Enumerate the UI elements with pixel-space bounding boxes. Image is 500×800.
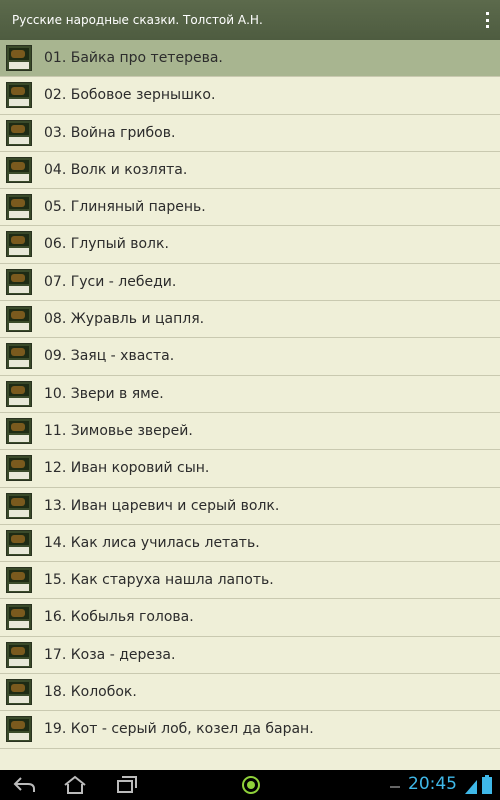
list-item[interactable]: 17. Коза - дереза. (0, 637, 500, 675)
list-item[interactable]: 09. Заяц - хваста. (0, 338, 500, 376)
book-cover-icon (6, 716, 32, 743)
list-item-label: 18. Колобок. (44, 684, 137, 701)
list-item-label: 16. Кобылья голова. (44, 609, 194, 626)
list-item-label: 19. Кот - серый лоб, козел да баран. (44, 721, 314, 738)
book-cover-icon (6, 492, 32, 519)
list-item-label: 09. Заяц - хваста. (44, 348, 175, 365)
list-item-label: 05. Глиняный парень. (44, 199, 206, 216)
list-item-label: 10. Звери в яме. (44, 385, 164, 402)
book-cover-icon (6, 231, 32, 258)
back-icon[interactable] (12, 775, 38, 795)
list-item[interactable]: 14. Как лиса училась летать. (0, 525, 500, 563)
overflow-menu-icon[interactable] (484, 12, 490, 28)
book-cover-icon (6, 194, 32, 221)
app-title: Русские народные сказки. Толстой А.Н. (12, 13, 263, 27)
list-item[interactable]: 12. Иван коровий сын. (0, 450, 500, 488)
battery-icon (482, 775, 492, 794)
list-item[interactable]: 08. Журавль и цапля. (0, 301, 500, 339)
list-item-label: 07. Гуси - лебеди. (44, 273, 177, 290)
book-cover-icon (6, 156, 32, 183)
book-cover-icon (6, 343, 32, 370)
usb-icon (390, 786, 400, 788)
book-cover-icon (6, 45, 32, 71)
book-cover-icon (6, 604, 32, 631)
list-item[interactable]: 15. Как старуха нашла лапоть. (0, 562, 500, 600)
list-item-label: 01. Байка про тетерева. (44, 50, 223, 66)
book-cover-icon (6, 119, 32, 146)
book-cover-icon (6, 380, 32, 407)
book-cover-icon (6, 455, 32, 482)
list-item-label: 11. Зимовье зверей. (44, 422, 193, 439)
list-item-label: 15. Как старуха нашла лапоть. (44, 572, 274, 589)
list-item[interactable]: 19. Кот - серый лоб, козел да баран. (0, 711, 500, 749)
list-item[interactable]: 05. Глиняный парень. (0, 189, 500, 227)
book-cover-icon (6, 641, 32, 668)
list-item[interactable]: 16. Кобылья голова. (0, 599, 500, 637)
list-item[interactable]: 04. Волк и козлята. (0, 152, 500, 190)
book-cover-icon (6, 679, 32, 706)
book-cover-icon (6, 306, 32, 333)
list-item-label: 14. Как лиса училась летать. (44, 534, 260, 551)
list-item-label: 17. Коза - дереза. (44, 646, 176, 663)
book-cover-icon (6, 529, 32, 556)
list-item-label: 03. Война грибов. (44, 124, 176, 141)
list-item-label: 06. Глупый волк. (44, 236, 169, 253)
list-item-label: 04. Волк и козлята. (44, 161, 188, 178)
story-list: 01. Байка про тетерева. 02. Бобовое зерны… (0, 40, 500, 770)
book-cover-icon (6, 82, 32, 109)
system-navigation-bar: 20:45 (0, 770, 500, 800)
clock: 20:45 (408, 774, 457, 794)
list-item[interactable]: 10. Звери в яме. (0, 376, 500, 413)
home-icon[interactable] (62, 775, 88, 795)
list-item[interactable]: 02. Бобовое зернышко. (0, 77, 500, 115)
book-cover-icon (6, 417, 32, 444)
list-item[interactable]: 18. Колобок. (0, 674, 500, 712)
list-item[interactable]: 07. Гуси - лебеди. (0, 264, 500, 302)
list-item[interactable]: 01. Байка про тетерева. (0, 40, 500, 78)
list-item-label: 12. Иван коровий сын. (44, 460, 210, 477)
app-bar: Русские народные сказки. Толстой А.Н. (0, 0, 500, 40)
list-item-label: 08. Журавль и цапля. (44, 311, 205, 328)
list-item[interactable]: 11. Зимовье зверей. (0, 413, 500, 451)
recent-apps-icon[interactable] (114, 775, 140, 795)
wifi-icon (465, 780, 477, 794)
list-item-label: 13. Иван царевич и серый волк. (44, 497, 280, 514)
app-indicator-icon[interactable] (240, 775, 262, 795)
list-item[interactable]: 13. Иван царевич и серый волк. (0, 488, 500, 525)
list-item[interactable]: 03. Война грибов. (0, 115, 500, 152)
list-item-label: 02. Бобовое зернышко. (44, 87, 216, 104)
list-item[interactable]: 06. Глупый волк. (0, 226, 500, 264)
book-cover-icon (6, 567, 32, 594)
book-cover-icon (6, 268, 32, 295)
